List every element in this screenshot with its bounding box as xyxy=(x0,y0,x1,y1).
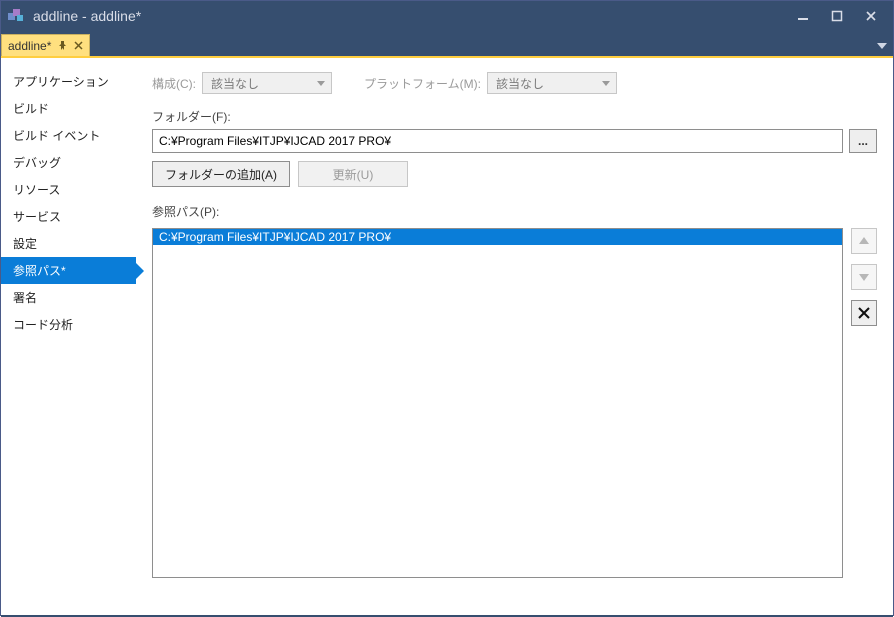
sidenav-item-build[interactable]: ビルド xyxy=(1,95,136,122)
sidenav-item-application[interactable]: アプリケーション xyxy=(1,68,136,95)
remove-button[interactable] xyxy=(851,300,877,326)
platform-dropdown: 該当なし xyxy=(487,72,617,94)
browse-button[interactable]: ... xyxy=(849,129,877,153)
folder-input[interactable] xyxy=(152,129,843,153)
sidenav-item-buildevents[interactable]: ビルド イベント xyxy=(1,122,136,149)
app-logo xyxy=(7,7,25,25)
window-title: addline - addline* xyxy=(33,8,791,24)
update-button: 更新(U) xyxy=(298,161,408,187)
refpaths-listbox[interactable]: C:¥Program Files¥ITJP¥IJCAD 2017 PRO¥ xyxy=(152,228,843,578)
move-down-button xyxy=(851,264,877,290)
config-platform-row: 構成(C): 該当なし プラットフォーム(M): 該当なし xyxy=(152,72,877,94)
document-tabstrip: addline* xyxy=(1,31,893,56)
sidenav-item-services[interactable]: サービス xyxy=(1,203,136,230)
sidenav-item-resources[interactable]: リソース xyxy=(1,176,136,203)
minimize-button[interactable] xyxy=(791,6,815,26)
move-up-button xyxy=(851,228,877,254)
maximize-button[interactable] xyxy=(825,6,849,26)
tab-addline[interactable]: addline* xyxy=(1,34,90,56)
list-item[interactable]: C:¥Program Files¥ITJP¥IJCAD 2017 PRO¥ xyxy=(153,229,842,245)
settings-sidenav: アプリケーション ビルド ビルド イベント デバッグ リソース サービス 設定 … xyxy=(1,58,136,615)
sidenav-item-debug[interactable]: デバッグ xyxy=(1,149,136,176)
tabstrip-menu-icon[interactable] xyxy=(877,38,887,52)
sidenav-item-signing[interactable]: 署名 xyxy=(1,284,136,311)
tab-label: addline* xyxy=(8,39,51,53)
refpaths-label: 参照パス(P): xyxy=(152,203,877,220)
sidenav-item-refpaths[interactable]: 参照パス* xyxy=(1,257,136,284)
titlebar: addline - addline* xyxy=(1,1,893,31)
pin-icon[interactable] xyxy=(57,41,67,51)
folder-label: フォルダー(F): xyxy=(152,108,877,125)
sidenav-item-codeanalysis[interactable]: コード分析 xyxy=(1,311,136,338)
sidenav-item-settings[interactable]: 設定 xyxy=(1,230,136,257)
close-button[interactable] xyxy=(859,6,883,26)
config-label: 構成(C): xyxy=(152,75,196,92)
add-folder-button[interactable]: フォルダーの追加(A) xyxy=(152,161,290,187)
main-panel: 構成(C): 該当なし プラットフォーム(M): 該当なし フォルダー(F): … xyxy=(136,58,893,615)
platform-label: プラットフォーム(M): xyxy=(364,75,481,92)
close-icon[interactable] xyxy=(73,41,83,51)
config-dropdown: 該当なし xyxy=(202,72,332,94)
